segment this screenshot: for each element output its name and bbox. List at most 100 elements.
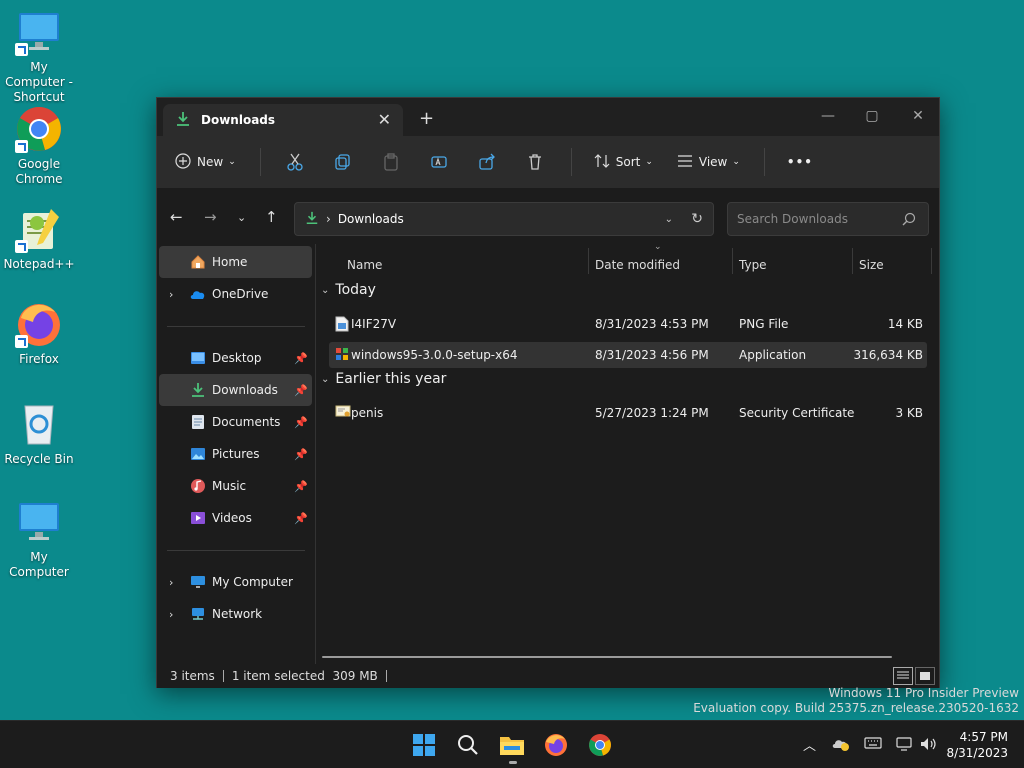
sidebar-item-onedrive[interactable]: › OneDrive — [159, 278, 312, 310]
file-size: 3 KB — [895, 406, 923, 420]
chevron-right-icon[interactable]: › — [169, 576, 173, 589]
pin-icon[interactable]: 📌 — [294, 448, 308, 461]
sidebar-item-network[interactable]: › Network — [159, 598, 312, 630]
documents-icon — [190, 414, 206, 430]
delete-icon[interactable] — [523, 150, 547, 174]
chevron-right-icon[interactable]: › — [169, 608, 173, 621]
pin-icon[interactable]: 📌 — [294, 384, 308, 397]
start-button[interactable] — [410, 731, 438, 759]
rename-icon[interactable] — [427, 150, 451, 174]
column-divider[interactable] — [732, 248, 733, 274]
sort-label: Sort — [615, 155, 641, 169]
horizontal-scrollbar[interactable] — [322, 656, 892, 658]
navigation-pane: Home › OneDrive Desktop 📌 Downloads 📌 Do… — [157, 244, 315, 664]
file-date: 8/31/2023 4:56 PM — [595, 348, 709, 362]
close-tab-icon[interactable]: ✕ — [378, 110, 391, 129]
file-row[interactable]: I4IF27V 8/31/2023 4:53 PM PNG File 14 KB — [329, 311, 927, 337]
clock[interactable]: 4:57 PM 8/31/2023 — [946, 729, 1008, 761]
forward-button[interactable]: → — [204, 208, 217, 226]
column-header-type[interactable]: Type — [739, 258, 767, 272]
tiles-view-button[interactable] — [915, 667, 935, 685]
desktop-icon-google-chrome[interactable]: Google Chrome — [0, 105, 78, 187]
chevron-right-icon[interactable]: › — [169, 288, 173, 301]
see-more-button[interactable]: ••• — [787, 155, 813, 169]
refresh-icon[interactable]: ↻ — [691, 211, 703, 227]
sidebar-item-pictures[interactable]: Pictures 📌 — [159, 438, 312, 470]
column-header-size[interactable]: Size — [859, 258, 884, 272]
cut-icon[interactable] — [283, 150, 307, 174]
tab-title: Downloads — [201, 113, 276, 127]
desktop-icon-my-computer-shortcut[interactable]: My Computer - Shortcut — [0, 8, 78, 105]
search-taskbar-button[interactable] — [454, 731, 482, 759]
recent-locations-button[interactable]: ⌄ — [237, 211, 246, 224]
address-bar[interactable]: › Downloads ⌄ ↻ — [294, 202, 714, 236]
chevron-down-icon: ⌄ — [645, 157, 653, 167]
details-view-button[interactable] — [893, 667, 913, 685]
new-tab-button[interactable]: + — [419, 108, 434, 129]
column-header-name[interactable]: Name — [347, 258, 382, 272]
desktop-icon-my-computer[interactable]: My Computer — [0, 498, 78, 580]
pin-icon[interactable]: 📌 — [294, 416, 308, 429]
group-header-earlier-this-year[interactable]: ⌄ Earlier this year — [321, 371, 446, 387]
sidebar-item-videos[interactable]: Videos 📌 — [159, 502, 312, 534]
column-divider[interactable] — [931, 248, 932, 274]
address-dropdown-icon[interactable]: ⌄ — [665, 214, 673, 225]
file-size: 14 KB — [887, 317, 923, 331]
keyboard-icon[interactable] — [864, 737, 882, 752]
application-file-icon — [335, 347, 349, 363]
file-explorer-window: Downloads ✕ + — ▢ ✕ New ⌄ Sort ⌄ View ⌄ … — [156, 97, 940, 688]
chrome-icon — [15, 105, 63, 153]
desktop-icon-label: Google Chrome — [15, 157, 63, 186]
tab-downloads[interactable]: Downloads ✕ — [163, 104, 403, 136]
desktop-icon-recycle-bin[interactable]: Recycle Bin — [0, 400, 78, 467]
network-status-icon[interactable] — [896, 737, 914, 754]
minimize-button[interactable]: — — [805, 102, 851, 130]
close-window-button[interactable]: ✕ — [895, 102, 941, 130]
share-icon[interactable] — [475, 150, 499, 174]
view-button[interactable]: View ⌄ — [677, 153, 740, 172]
paste-icon[interactable] — [379, 150, 403, 174]
file-explorer-taskbar-button[interactable] — [498, 731, 526, 759]
column-divider[interactable] — [852, 248, 853, 274]
file-row[interactable]: windows95-3.0.0-setup-x64 8/31/2023 4:56… — [329, 342, 927, 368]
chevron-down-icon: ⌄ — [321, 373, 330, 385]
chevron-down-icon: ⌄ — [321, 284, 330, 296]
onedrive-warning-icon[interactable] — [832, 737, 850, 754]
sidebar-item-music[interactable]: Music 📌 — [159, 470, 312, 502]
desktop-icon-notepadpp[interactable]: Notepad++ — [0, 205, 78, 272]
download-icon — [175, 111, 191, 130]
maximize-button[interactable]: ▢ — [849, 102, 895, 130]
desktop-icon-label: Firefox — [19, 352, 59, 366]
copy-icon[interactable] — [331, 150, 355, 174]
pin-icon[interactable]: 📌 — [294, 480, 308, 493]
sort-button[interactable]: Sort ⌄ — [594, 153, 653, 172]
new-button[interactable]: New ⌄ — [175, 152, 236, 172]
volume-icon[interactable] — [920, 737, 938, 754]
sidebar-item-documents[interactable]: Documents 📌 — [159, 406, 312, 438]
search-input[interactable]: Search Downloads — [727, 202, 929, 236]
pin-icon[interactable]: 📌 — [294, 352, 308, 365]
pane-splitter[interactable] — [315, 244, 316, 664]
pin-icon[interactable]: 📌 — [294, 512, 308, 525]
column-header-date[interactable]: Date modified — [595, 258, 680, 272]
sidebar-item-home[interactable]: Home — [159, 246, 312, 278]
firefox-taskbar-button[interactable] — [542, 731, 570, 759]
file-row[interactable]: penis 5/27/2023 1:24 PM Security Certifi… — [329, 400, 927, 426]
desktop-icon-firefox[interactable]: Firefox — [0, 300, 78, 367]
toolbar-divider — [763, 148, 765, 176]
back-button[interactable]: ← — [170, 208, 183, 226]
chrome-taskbar-button[interactable] — [586, 731, 614, 759]
recycle-bin-icon — [15, 400, 63, 448]
up-button[interactable]: ↑ — [265, 208, 278, 226]
sidebar-item-desktop[interactable]: Desktop 📌 — [159, 342, 312, 374]
show-hidden-icons-button[interactable]: ︿ — [803, 735, 816, 754]
evaluation-watermark: Windows 11 Pro Insider Preview Evaluatio… — [693, 686, 1019, 716]
breadcrumb-downloads[interactable]: Downloads — [338, 212, 404, 226]
group-header-today[interactable]: ⌄ Today — [321, 282, 376, 298]
status-bar: 3 items 1 item selected 309 MB — [157, 664, 939, 688]
sidebar-item-downloads[interactable]: Downloads 📌 — [159, 374, 312, 406]
column-divider[interactable] — [588, 248, 589, 274]
item-count: 3 items — [170, 669, 215, 683]
sidebar-item-my-computer[interactable]: › My Computer — [159, 566, 312, 598]
selection-info: 1 item selected 309 MB — [231, 669, 378, 683]
